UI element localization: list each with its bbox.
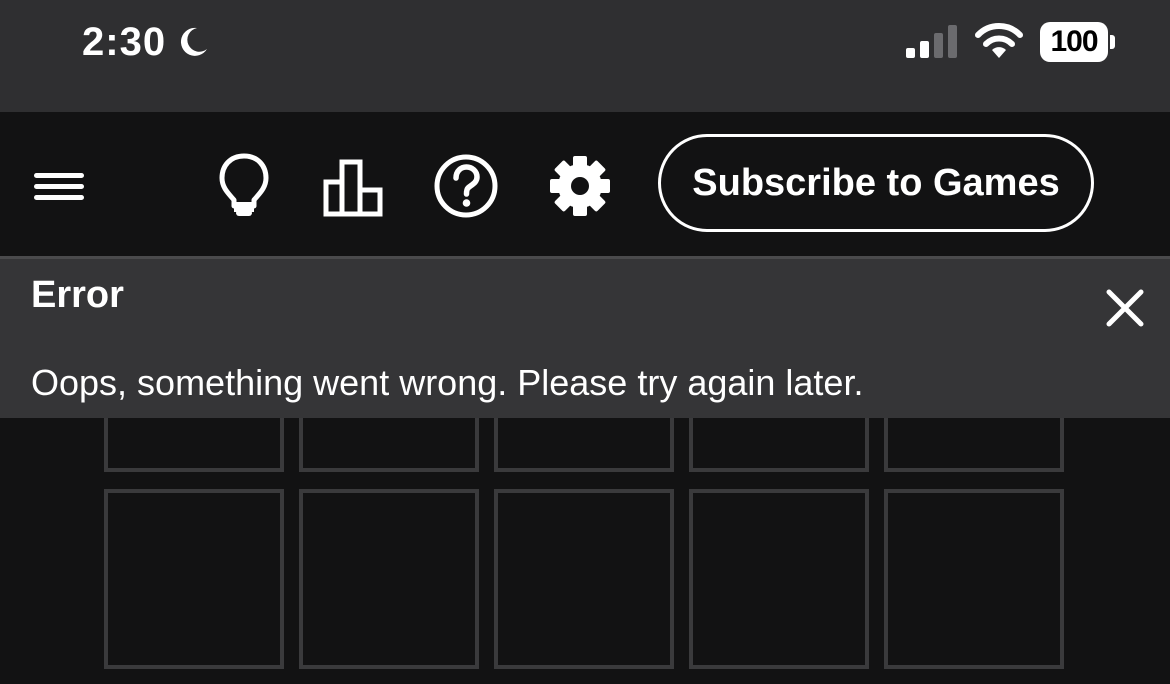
board-tile xyxy=(689,418,869,472)
board-tile xyxy=(884,489,1064,669)
board-tile xyxy=(104,418,284,472)
board-tile xyxy=(299,489,479,669)
board-row xyxy=(104,418,1064,472)
settings-button[interactable] xyxy=(546,152,614,220)
game-board xyxy=(0,418,1170,684)
close-icon xyxy=(1106,289,1144,327)
gear-icon xyxy=(550,156,610,216)
lightbulb-icon xyxy=(219,153,269,216)
help-button[interactable] xyxy=(432,152,500,220)
app-toolbar: Subscribe to Games xyxy=(0,112,1170,256)
board-tile xyxy=(689,489,869,669)
board-tile xyxy=(494,418,674,472)
screen: 2:30 100 Subscribe to Games Error Oops, … xyxy=(0,0,1170,684)
stats-button[interactable] xyxy=(320,152,388,218)
error-title: Error xyxy=(31,274,124,316)
battery-tip xyxy=(1110,35,1115,49)
wifi-icon xyxy=(975,23,1023,58)
battery-body: 100 xyxy=(1040,22,1108,62)
board-tile xyxy=(104,489,284,669)
error-message: Oops, something went wrong. Please try a… xyxy=(31,362,864,403)
moon-icon xyxy=(181,27,208,56)
board-tile xyxy=(884,418,1064,472)
board-tile xyxy=(494,489,674,669)
battery-icon: 100 xyxy=(1040,22,1116,62)
menu-button[interactable] xyxy=(24,158,94,214)
close-button[interactable] xyxy=(1100,283,1150,333)
stats-icon xyxy=(323,159,383,217)
error-banner: Error Oops, something went wrong. Please… xyxy=(0,256,1170,418)
hint-button[interactable] xyxy=(214,150,274,220)
board-row xyxy=(104,489,1064,669)
menu-icon xyxy=(34,173,84,200)
status-time: 2:30 xyxy=(82,20,167,64)
help-icon xyxy=(434,154,498,218)
status-bar: 2:30 100 xyxy=(0,0,1170,112)
battery-level: 100 xyxy=(1050,25,1098,58)
signal-icon xyxy=(906,25,957,58)
status-time-group: 2:30 xyxy=(82,18,210,66)
board-tile xyxy=(299,418,479,472)
subscribe-button[interactable]: Subscribe to Games xyxy=(658,134,1094,232)
